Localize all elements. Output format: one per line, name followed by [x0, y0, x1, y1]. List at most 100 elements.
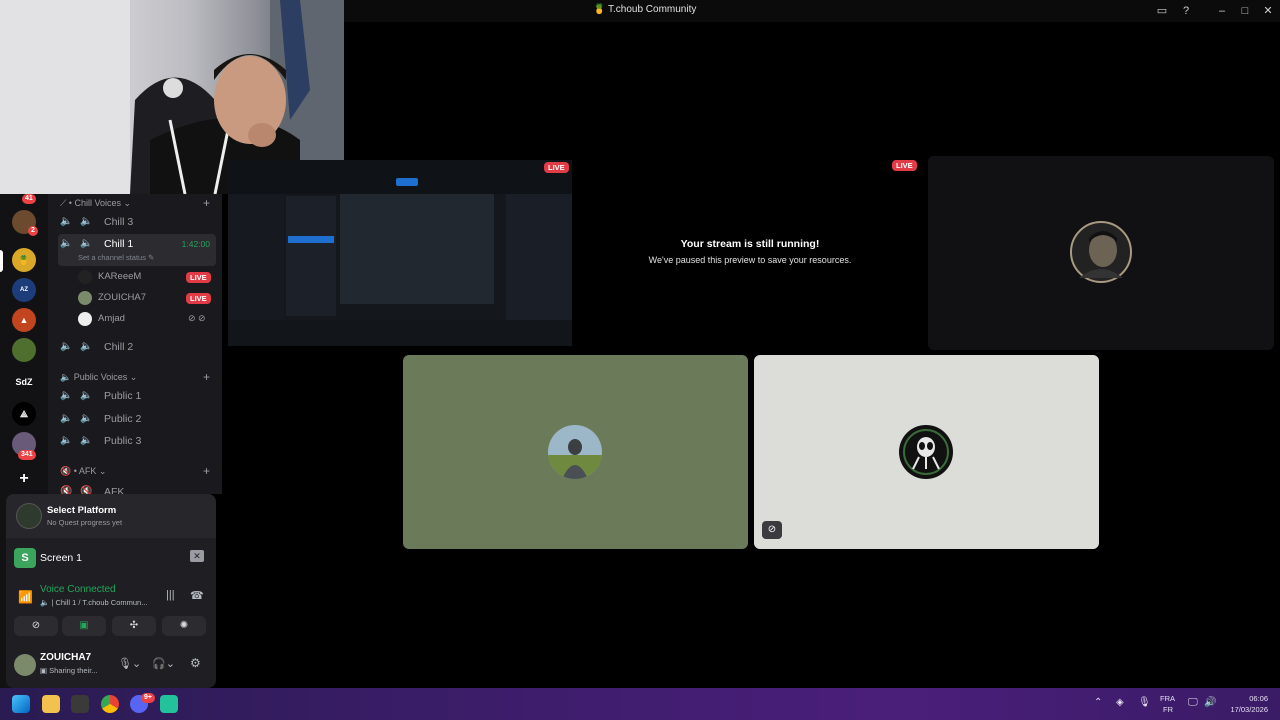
activities-button[interactable]: ✣ [112, 616, 156, 636]
member-zouicha7[interactable]: ZOUICHA7 LIVE [78, 288, 218, 308]
channel-label: Public 3 [104, 435, 142, 447]
add-channel-icon[interactable]: + [203, 370, 210, 384]
user-panel: Select Platform No Quest progress yet S … [6, 494, 216, 688]
channel-chill-2[interactable]: 🔈 🔈 Chill 2 [58, 337, 216, 357]
paused-subtitle: We've paused this preview to save your r… [648, 255, 852, 265]
tray-app-icon[interactable]: ◈ [1116, 697, 1124, 708]
live-badge: LIVE [892, 160, 917, 171]
noise-suppression-icon[interactable]: ||| [166, 589, 175, 601]
speaker-icon: 🔈 [80, 435, 93, 446]
quest-banner[interactable]: Select Platform No Quest progress yet [6, 494, 216, 538]
speaker-icon: 🔈 [60, 390, 73, 401]
server-icon-arizona[interactable]: AZ [12, 278, 36, 302]
live-badge: LIVE [186, 293, 211, 304]
server-icon-3[interactable]: ▲ [12, 308, 36, 332]
channel-list: ⟋ • Chill Voices ⌄ + 🔈 🔈 Chill 3 🔈 🔈 Chi… [48, 194, 222, 494]
inbox-icon[interactable]: ▭ [1154, 3, 1170, 19]
store-icon[interactable] [71, 695, 89, 713]
disconnect-icon[interactable]: ☎ [190, 589, 204, 602]
notification-badge: 9+ [141, 693, 155, 703]
server-icon-tchoub[interactable]: 🍍 [12, 248, 36, 272]
maximize-button[interactable]: □ [1237, 3, 1253, 19]
network-icon[interactable]: 🖵 [1188, 697, 1198, 708]
clock-time[interactable]: 06:06 [1234, 694, 1268, 703]
channel-label: Public 2 [104, 413, 142, 425]
avatar [548, 425, 602, 479]
call-timer: 1:42:00 [181, 239, 210, 249]
channel-chill-3[interactable]: 🔈 🔈 Chill 3 [58, 212, 216, 232]
stop-share-icon[interactable]: ✕ [190, 550, 204, 562]
add-server-icon[interactable]: + [12, 468, 36, 492]
server-icon-4[interactable] [12, 338, 36, 362]
category-public-voices[interactable]: 🔈 Public Voices ⌄ [60, 372, 137, 383]
add-channel-icon[interactable]: + [203, 464, 210, 478]
headphones-icon[interactable]: 🎧⌄ [152, 657, 175, 670]
participant-tile[interactable] [403, 355, 748, 549]
camera-toggle-button[interactable]: ⊘ [14, 616, 58, 636]
member-amjad[interactable]: Amjad ⊘ ⊘ [78, 309, 218, 329]
category-label: Public Voices [73, 372, 128, 382]
member-kareeem[interactable]: KAReeeM LIVE [78, 267, 218, 287]
settings-gear-icon[interactable]: ⚙ [190, 656, 201, 670]
member-name: ZOUICHA7 [98, 292, 147, 303]
server-icon: 🍍 [593, 4, 606, 15]
microphone-icon[interactable]: 🎙 [1138, 697, 1151, 708]
speaker-icon: 🔈 [80, 341, 93, 352]
active-server-pill [0, 250, 3, 272]
channel-label: AFK [104, 486, 125, 494]
avatar [1070, 221, 1132, 283]
stream-paused-tile[interactable]: LIVE Your stream is still running! We've… [572, 156, 928, 350]
channel-afk[interactable]: 🔇 🔇 AFK [58, 482, 216, 494]
server-icon-6[interactable]: ⟁ [12, 402, 36, 426]
channel-public-1[interactable]: 🔈 🔈 Public 1 [58, 386, 216, 406]
camera-off-icon: ⊘ [762, 521, 782, 539]
soundboard-button[interactable]: ✺ [162, 616, 206, 636]
app-icon[interactable] [160, 695, 178, 713]
speaker-icon: 🔈 [60, 216, 73, 227]
participant-tile[interactable] [928, 156, 1274, 350]
obs-mixer [340, 194, 494, 304]
add-channel-icon[interactable]: + [203, 196, 210, 210]
mention-badge: 341 [18, 450, 36, 460]
screen-share-button[interactable]: ▣ [62, 616, 106, 636]
help-icon[interactable]: ? [1178, 3, 1194, 19]
category-chill-voices[interactable]: ⟋ • Chill Voices ⌄ [60, 198, 131, 209]
language-indicator[interactable]: FRA [1160, 694, 1175, 703]
voice-status: Voice Connected [40, 584, 116, 595]
avatar[interactable] [14, 654, 36, 676]
username[interactable]: ZOUICHA7 [40, 652, 91, 663]
microphone-icon[interactable]: 🎙⌄ [118, 657, 141, 670]
obs-stream-button [396, 178, 418, 186]
speaker-icon: 🔈 [80, 216, 93, 227]
avatar [899, 425, 953, 479]
avatar [78, 270, 92, 284]
category-afk[interactable]: 🔇 • AFK ⌄ [60, 466, 106, 477]
channel-public-2[interactable]: 🔈 🔈 Public 2 [58, 409, 216, 429]
clock-date[interactable]: 17/03/2026 [1222, 705, 1268, 714]
volume-icon[interactable]: 🔊 [1204, 697, 1216, 708]
participant-tile[interactable]: ⊘ [754, 355, 1099, 549]
server-icon-sdz[interactable]: SdZ [12, 370, 36, 394]
chrome-icon[interactable] [101, 695, 119, 713]
category-label: Chill Voices [74, 198, 121, 208]
quest-title: Select Platform [47, 505, 117, 516]
speaker-icon: 🔈 [60, 341, 73, 352]
window-title: T.choub Community [608, 4, 697, 15]
speaker-icon: 🔇 [80, 486, 93, 494]
minimize-button[interactable]: – [1214, 3, 1230, 19]
file-explorer-icon[interactable] [42, 695, 60, 713]
voice-location[interactable]: 🔈 | Chill 1 / T.choub Commun... [40, 598, 147, 607]
channel-chill-1[interactable]: 🔈 🔈 Chill 1 1:42:00 Set a channel status… [58, 234, 216, 266]
channel-public-3[interactable]: 🔈 🔈 Public 3 [58, 431, 216, 451]
keyboard-layout: FR [1163, 705, 1173, 714]
channel-label: Public 1 [104, 390, 142, 402]
channel-status[interactable]: Set a channel status ✎ [78, 253, 154, 262]
speaker-icon: 🔈 [60, 238, 73, 249]
close-button[interactable]: ✕ [1260, 3, 1276, 19]
screen-share-preview[interactable]: LIVE [228, 160, 572, 346]
windows-start-icon[interactable] [12, 695, 30, 713]
channel-status-label: Set a channel status [78, 253, 146, 262]
member-name: KAReeeM [98, 271, 142, 282]
tray-chevron-icon[interactable]: ⌃ [1094, 697, 1102, 708]
speaker-icon: 🔈 [60, 435, 73, 446]
